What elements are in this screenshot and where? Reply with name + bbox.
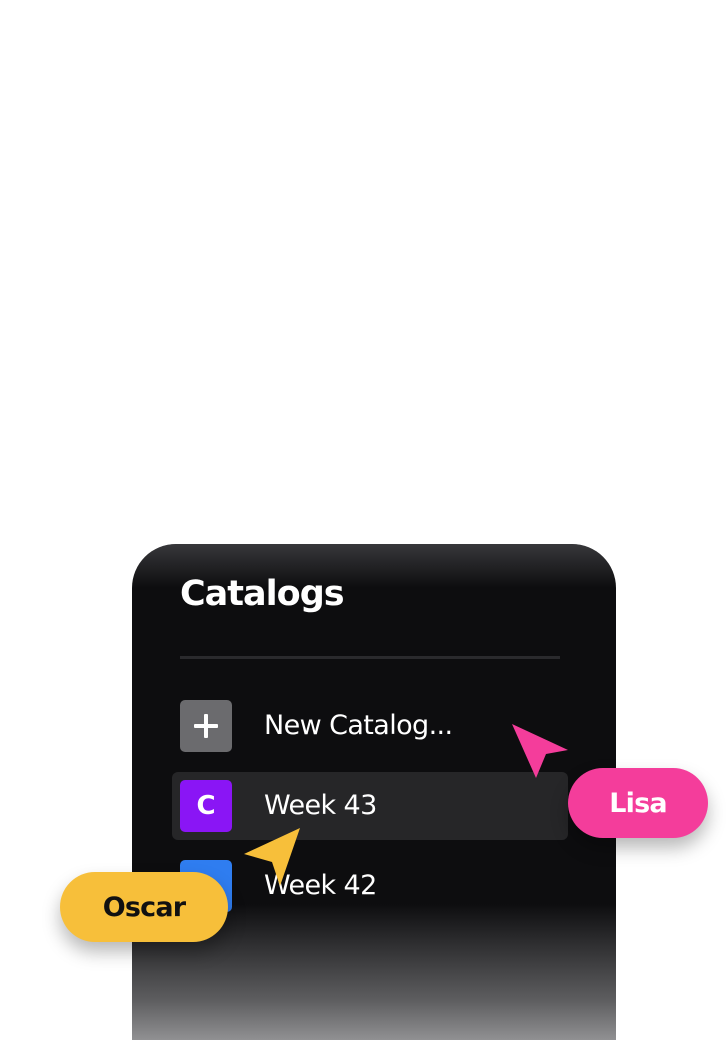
plus-glyph xyxy=(194,714,218,738)
panel-title: Catalogs xyxy=(180,574,345,614)
cursor-arrow-icon xyxy=(512,724,568,778)
catalog-letter-icon: C xyxy=(180,780,232,832)
canvas: Catalogs New Catalog... C Week 43 Week 4… xyxy=(0,0,728,1040)
catalog-item-label: New Catalog... xyxy=(264,710,453,741)
cursor-arrow-icon xyxy=(244,828,300,886)
plus-icon xyxy=(180,700,232,752)
collaborator-tag-oscar: Oscar xyxy=(60,872,228,942)
collaborator-tag-lisa: Lisa xyxy=(568,768,708,838)
catalogs-panel: Catalogs New Catalog... C Week 43 Week 4… xyxy=(132,544,616,1040)
catalog-item-week-42[interactable]: Week 42 xyxy=(172,852,568,920)
divider xyxy=(180,656,560,659)
